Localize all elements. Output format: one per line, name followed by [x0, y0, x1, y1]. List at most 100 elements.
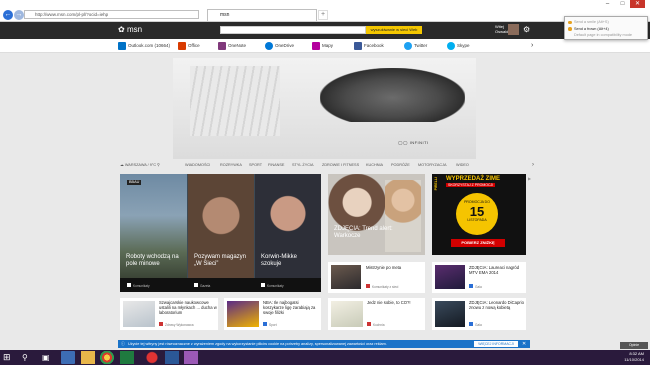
- outlook-icon: [118, 41, 126, 50]
- hero-title-2[interactable]: Pozywam magazyn „W Sieci”: [194, 254, 252, 268]
- minimize-button[interactable]: –: [600, 0, 615, 8]
- promo-circle: PROMOCJA DO 15 LISTOPADA: [456, 193, 498, 235]
- menu-item-label: Send a smile (Alt+S): [574, 20, 609, 24]
- app-icon[interactable]: [184, 351, 198, 364]
- shortcut-onenote[interactable]: OneNote: [218, 41, 246, 50]
- shortcut-facebook[interactable]: Facebook: [354, 41, 384, 50]
- card-title: Szwajcarskie naukowcowe ustalili na młyn…: [159, 300, 217, 316]
- card-title: Jedz nie sobie, to CO?!: [367, 300, 411, 305]
- shortcut-office[interactable]: Office: [178, 41, 200, 50]
- search-icon[interactable]: ⚲: [22, 351, 36, 364]
- card-image: [331, 301, 363, 327]
- forward-button[interactable]: →: [14, 10, 24, 20]
- shortcut-twitter[interactable]: Twitter: [404, 41, 427, 50]
- source-icon: [194, 283, 198, 287]
- nav-wideo[interactable]: WIDEO: [456, 161, 469, 169]
- onenote-icon: [218, 41, 226, 50]
- shortcut-skype[interactable]: Skype: [447, 41, 470, 50]
- card-source: Gala: [469, 322, 482, 327]
- chrome-icon[interactable]: [100, 351, 114, 364]
- search-input[interactable]: [220, 26, 366, 34]
- opera-icon[interactable]: [145, 351, 159, 364]
- nav-next-arrow[interactable]: ›: [532, 161, 534, 169]
- nav-styl-zycia[interactable]: STYL ŻYCIA: [292, 161, 314, 169]
- close-icon[interactable]: ✕: [522, 340, 526, 348]
- shortcut-onedrive[interactable]: OneDrive: [265, 41, 294, 50]
- ie-icon[interactable]: [61, 351, 75, 364]
- nav-motoryzacja[interactable]: MOTORYZACJA: [418, 161, 447, 169]
- source-text: Komunikaty z sieci: [372, 285, 399, 289]
- system-clock[interactable]: 8:32 AM 11/10/2014: [612, 351, 644, 362]
- search-button[interactable]: wyszukiwanie w sieci Web: [366, 26, 422, 34]
- card-title: Mistrzynie po meta: [366, 265, 402, 270]
- nav-kuchnia[interactable]: KUCHNIA: [366, 161, 383, 169]
- task-view-icon[interactable]: ▣: [42, 351, 56, 364]
- start-icon[interactable]: ⊞: [3, 351, 17, 364]
- ad-brand-text: INFINITI: [409, 140, 429, 145]
- shortcuts-next-arrow[interactable]: ›: [531, 41, 533, 50]
- card-source: Sport: [263, 322, 277, 327]
- promo-title: WYPRZEDAŻ ZIME: [446, 176, 500, 182]
- card-title: ZDJĘCIA: Leonardo DiCaprio znowu z nową …: [469, 300, 524, 311]
- nav-rozrywka[interactable]: ROZRYWKA: [220, 161, 242, 169]
- source-text: Kuchnia: [373, 323, 385, 327]
- onedrive-icon: [265, 41, 273, 50]
- frown-icon: [568, 27, 572, 31]
- shortcut-label: Facebook: [364, 43, 384, 48]
- card-image: [123, 301, 155, 327]
- excel-icon[interactable]: [120, 351, 134, 364]
- nav-sport[interactable]: SPORT: [249, 161, 262, 169]
- skype-icon: [447, 41, 455, 50]
- address-bar[interactable]: http://www.msn.com/pl-pl/?ocid=iehp: [24, 10, 199, 19]
- card-source: Komunikaty z sieci: [366, 284, 398, 289]
- shortcut-label: Office: [188, 43, 200, 48]
- source-icon: [261, 283, 265, 287]
- card-source: Zdrowy Wykonawca: [159, 322, 194, 327]
- feature-title[interactable]: ZDJĘCIA: Trend alert: Warkocze: [334, 226, 404, 240]
- feedback-button[interactable]: Opinie: [620, 342, 648, 349]
- nav-wiadomosci[interactable]: WIADOMOŚCI: [185, 161, 210, 169]
- nav-finanse[interactable]: FINANSE: [268, 161, 284, 169]
- menu-item-label: Send a frown (Alt+4): [574, 26, 609, 31]
- promo-cta-button[interactable]: POBIERZ ZNIŻKĘ: [451, 239, 505, 247]
- nav-zdrowie[interactable]: ZDROWIE I FITNESS: [322, 161, 359, 169]
- shortcut-maps[interactable]: Mapy: [312, 41, 333, 50]
- nav-podroze[interactable]: PODRÓŻE: [391, 161, 410, 169]
- source-text: Komunikaty: [267, 284, 284, 288]
- hero-footer: [120, 278, 321, 292]
- hero-title-1[interactable]: Roboty wchodzą na pole minowe: [126, 254, 184, 268]
- menu-item-compat[interactable]: Default page in compatibility mode: [568, 32, 644, 39]
- clock-date: 11/10/2014: [624, 356, 644, 362]
- maximize-button[interactable]: □: [615, 0, 630, 8]
- office-icon: [178, 41, 186, 50]
- msn-logo[interactable]: ✿ msn: [118, 24, 142, 36]
- browser-tab[interactable]: msn: [207, 9, 317, 21]
- new-tab-button[interactable]: +: [318, 10, 328, 20]
- ad-choices-icon[interactable]: ▶: [528, 176, 531, 181]
- source-icon: [366, 284, 370, 288]
- feature-image-2: [385, 180, 421, 252]
- logo-text: msn: [126, 25, 143, 34]
- back-button[interactable]: ←: [3, 10, 13, 20]
- hero-title-3[interactable]: Korwin-Mikke szokuje: [261, 254, 317, 268]
- more-info-button[interactable]: WIĘCEJ INFORMACJI: [474, 341, 518, 347]
- avatar[interactable]: [508, 24, 519, 35]
- source-icon: [469, 284, 473, 288]
- file-explorer-icon[interactable]: [81, 351, 95, 364]
- ad-car-image: [320, 68, 465, 122]
- gear-icon[interactable]: ⚙: [523, 25, 530, 34]
- word-icon[interactable]: [165, 351, 179, 364]
- source-text: Zdrowy Wykonawca: [165, 323, 194, 327]
- tab-title: msn: [220, 12, 230, 18]
- close-button[interactable]: ✕: [630, 0, 645, 8]
- source-icon: [159, 322, 163, 326]
- promo-day: 15: [469, 204, 485, 219]
- card-image: [435, 265, 465, 289]
- shortcut-outlook[interactable]: Outlook.com (10664): [118, 41, 170, 50]
- card-source: Gala: [469, 284, 482, 289]
- weather-location[interactable]: ☁ WARSZAWA / 9°C ⚲: [120, 161, 160, 169]
- user-name[interactable]: Witej Oswald: [495, 24, 508, 34]
- notification-text: Użycie tej witryny jest równoznaczne z w…: [128, 342, 387, 346]
- hero-badge: BBAU: [127, 180, 142, 185]
- shortcut-label: OneDrive: [275, 43, 295, 48]
